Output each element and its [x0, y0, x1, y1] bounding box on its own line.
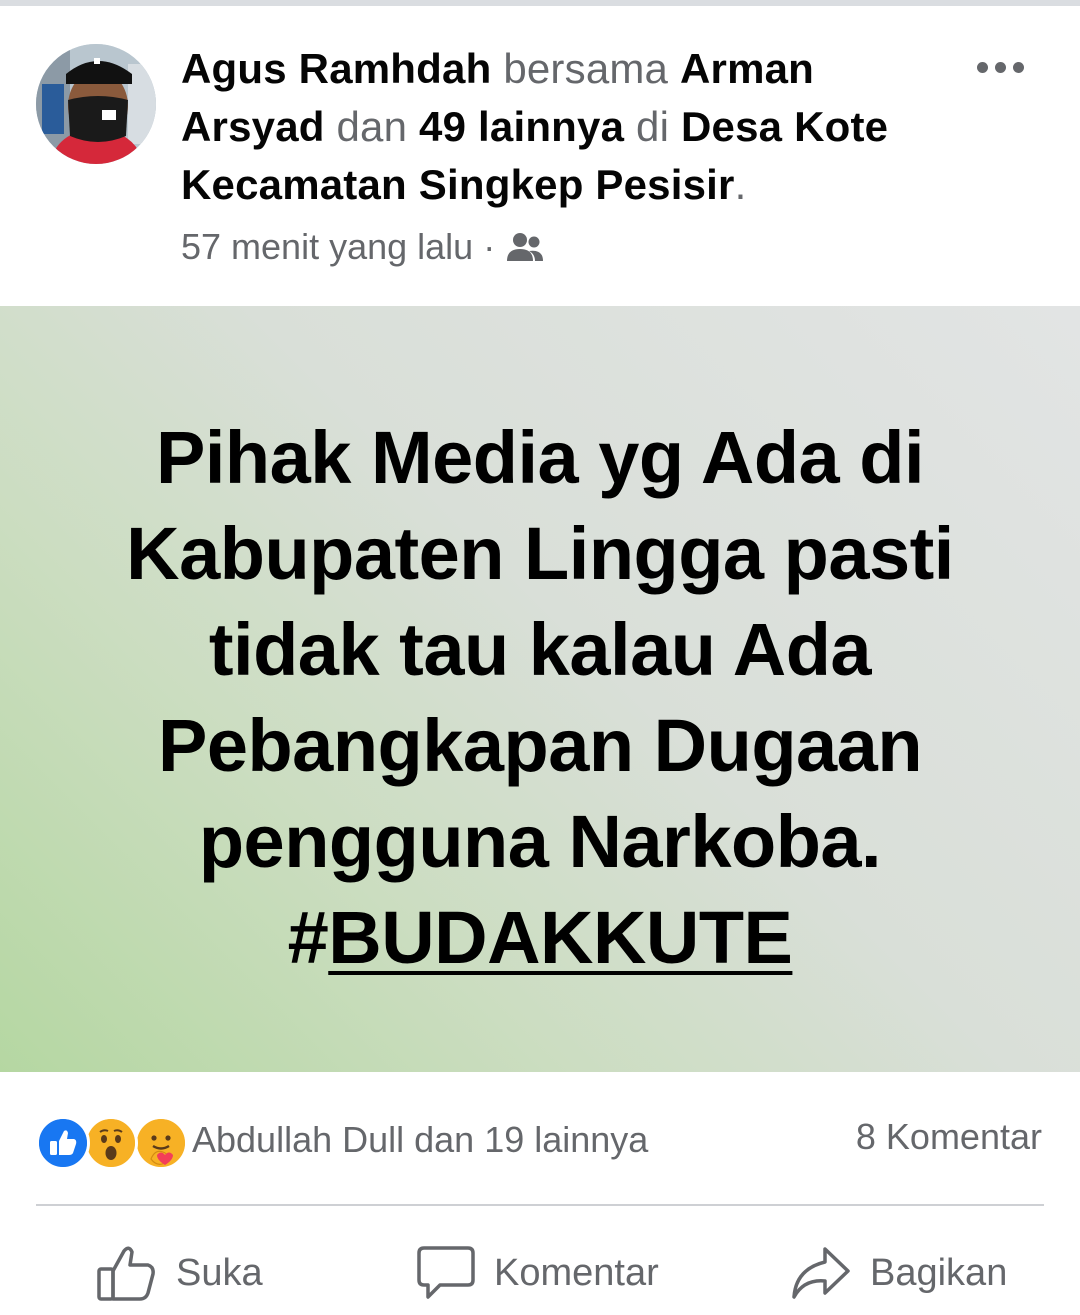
reactions-summary[interactable]: Abdullah Dull dan 19 lainnya	[36, 1110, 648, 1170]
post-line: Pihak Media yg Ada di	[155, 416, 925, 499]
friends-icon	[507, 233, 544, 261]
hashtag-line: #BUDAKKUTE	[60, 890, 1020, 986]
timestamp[interactable]: 57 menit yang lalu	[181, 226, 473, 268]
post-content-card[interactable]: Pihak Media yg Ada di Kabupaten Lingga p…	[0, 306, 1080, 1072]
share-label: Bagikan	[870, 1251, 1008, 1294]
reactions-text: Abdullah Dull dan 19 lainnya	[192, 1119, 649, 1160]
like-icon	[36, 1116, 90, 1170]
like-label: Suka	[176, 1251, 263, 1294]
avatar-image	[36, 44, 156, 164]
with-label: bersama	[503, 45, 669, 92]
post-meta: 57 menit yang lalu ·	[181, 224, 545, 270]
tagged-others[interactable]: 49 lainnya	[419, 103, 624, 150]
author-name[interactable]: Agus Ramhdah	[181, 45, 491, 92]
dot-icon	[976, 61, 988, 73]
post-header-text: Agus Ramhdah bersama Arman Arsyad dan 49…	[181, 40, 941, 214]
like-button[interactable]: Suka	[96, 1236, 263, 1310]
reaction-icons	[36, 1113, 188, 1170]
meta-separator: ·	[483, 226, 496, 267]
dot-icon	[994, 61, 1006, 73]
comment-button[interactable]: Komentar	[416, 1236, 659, 1310]
author-avatar[interactable]	[36, 44, 156, 164]
care-icon	[134, 1116, 188, 1170]
post-line: tidak tau kalau Ada	[208, 608, 872, 691]
hashtag-link[interactable]: BUDAKKUTE	[328, 896, 793, 979]
hash-symbol: #	[287, 896, 329, 979]
post-body-text: Pihak Media yg Ada di Kabupaten Lingga p…	[60, 410, 1020, 986]
post-line: Pebangkapan Dugaan	[157, 704, 923, 787]
share-button[interactable]: Bagikan	[790, 1236, 1007, 1310]
and-label: dan	[336, 103, 408, 150]
share-arrow-icon	[792, 1247, 850, 1299]
top-divider	[0, 0, 1080, 6]
period: .	[734, 161, 747, 208]
dot-icon	[1012, 61, 1024, 73]
comment-bubble-icon	[417, 1246, 475, 1299]
post-line: Kabupaten Lingga pasti	[126, 512, 954, 595]
comment-label: Komentar	[494, 1251, 659, 1294]
action-divider	[36, 1204, 1044, 1206]
at-label: di	[636, 103, 670, 150]
more-options-button[interactable]	[966, 52, 1034, 82]
wow-icon	[84, 1116, 138, 1170]
comments-count-link[interactable]: 8 Komentar	[856, 1116, 1042, 1158]
post-line: pengguna Narkoba.	[198, 800, 882, 883]
thumbs-up-icon	[97, 1246, 155, 1301]
